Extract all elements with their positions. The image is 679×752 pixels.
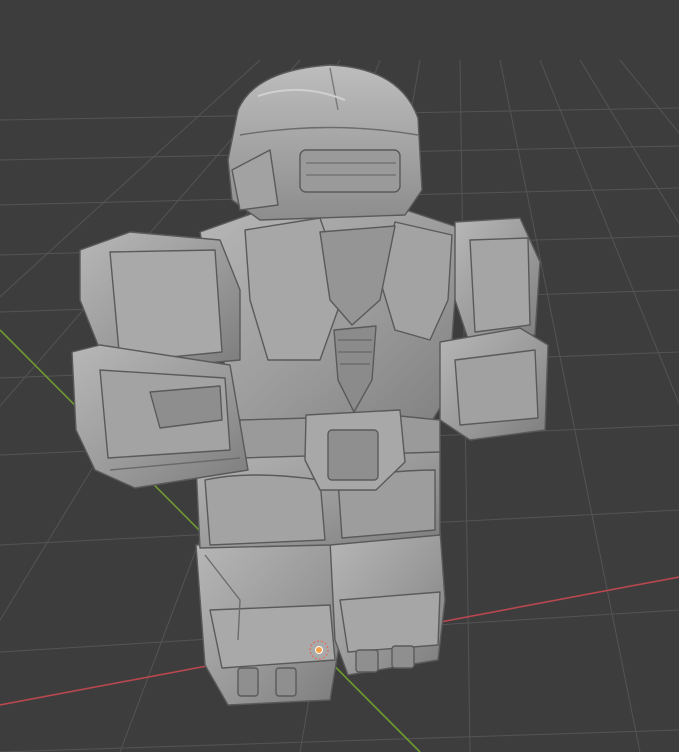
right-leg[interactable] xyxy=(329,529,446,676)
armor-model[interactable] xyxy=(71,64,549,706)
left-arm[interactable] xyxy=(71,231,249,489)
3d-viewport[interactable] xyxy=(0,0,679,752)
helmet[interactable] xyxy=(227,64,423,221)
right-arm[interactable] xyxy=(439,217,549,441)
left-leg[interactable] xyxy=(195,539,341,706)
viewport-canvas[interactable] xyxy=(0,0,679,752)
